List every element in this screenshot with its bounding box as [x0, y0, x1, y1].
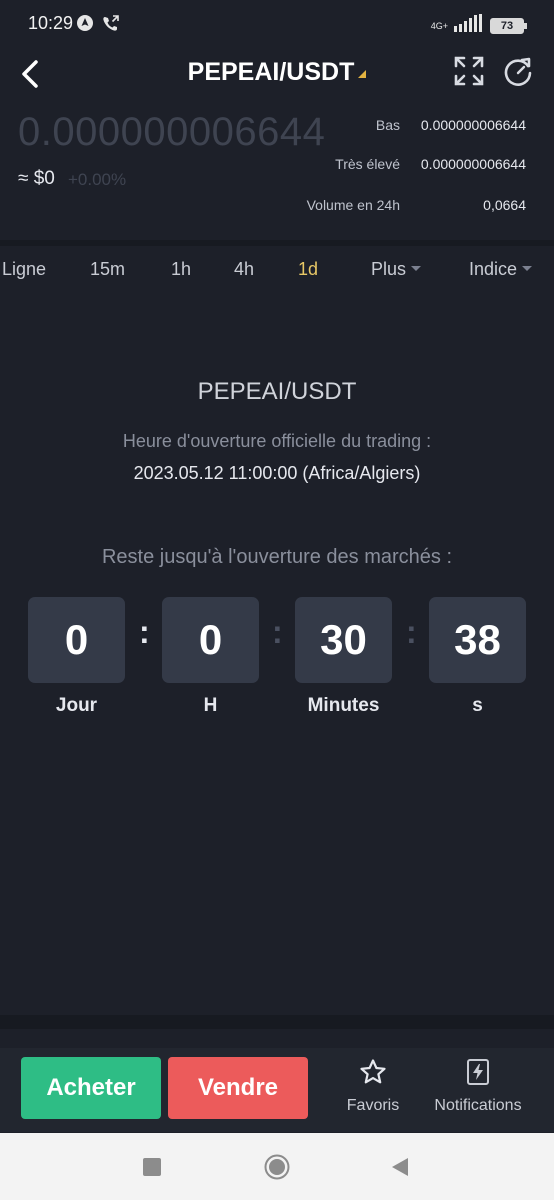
last-price: 0.000000006644 — [18, 110, 326, 154]
usd-price: ≈ $0 — [18, 168, 55, 189]
price-change: +0.00% — [68, 170, 127, 189]
status-bar: 10:29 4G+ 73 — [0, 0, 554, 48]
stat-volume: Volume en 24h 0,0664 — [307, 197, 526, 213]
pair-caret-icon — [358, 70, 367, 78]
sell-button[interactable]: Vendre — [168, 1057, 308, 1119]
tab-1d[interactable]: 1d — [298, 259, 318, 280]
fullscreen-icon — [454, 56, 484, 86]
system-nav-bar — [0, 1133, 554, 1200]
home-circle-icon — [264, 1154, 290, 1180]
signal-icon — [454, 14, 484, 37]
network-label: 4G+ — [430, 20, 448, 31]
open-time-value: 2023.05.12 11:00:00 (Africa/Algiers) — [133, 463, 421, 483]
back-nav-button[interactable] — [391, 1157, 409, 1182]
tab-more[interactable]: Plus — [371, 259, 422, 280]
countdown-separator: : — [139, 614, 150, 650]
refresh-button[interactable] — [500, 54, 536, 90]
pair-title: PEPEAI/USDT — [187, 58, 355, 86]
tab-line[interactable]: Ligne — [2, 259, 46, 280]
location-icon — [76, 14, 94, 37]
status-time: 10:29 — [28, 13, 74, 33]
stat-value: 0,0664 — [483, 197, 526, 213]
buy-button[interactable]: Acheter — [21, 1057, 161, 1119]
countdown-separator: : — [406, 614, 417, 650]
triangle-back-icon — [392, 1158, 408, 1176]
countdown-seconds: 38 — [429, 597, 526, 683]
tab-indicator-label: Indice — [469, 259, 518, 279]
stat-label: Volume en 24h — [306, 197, 400, 213]
stat-label: Très élevé — [335, 156, 400, 172]
tab-indicator[interactable]: Indice — [469, 259, 533, 280]
top-bar: PEPEAI/USDT — [0, 48, 554, 104]
notifications-button[interactable]: Notifications — [426, 1058, 530, 1115]
star-icon — [360, 1059, 386, 1084]
caret-down-icon — [522, 266, 533, 271]
countdown-minutes: 30 — [295, 597, 392, 683]
stat-high: Très élevé 0.000000006644 — [335, 156, 526, 172]
stat-value: 0.000000006644 — [420, 117, 526, 133]
countdown-hours-label: H — [203, 695, 218, 716]
fullscreen-button[interactable] — [452, 54, 486, 88]
stat-low: Bas 0.000000006644 — [376, 117, 526, 133]
refresh-icon — [504, 57, 532, 86]
countdown-separator: : — [272, 614, 283, 650]
countdown-days: 0 — [28, 597, 125, 683]
square-icon — [143, 1158, 161, 1176]
tab-1h[interactable]: 1h — [171, 259, 191, 280]
tab-more-label: Plus — [371, 259, 407, 279]
countdown-seconds-label: s — [472, 695, 483, 716]
countdown-hours: 0 — [162, 597, 259, 683]
notifications-label: Notifications — [434, 1097, 522, 1114]
countdown-days-label: Jour — [55, 695, 98, 716]
launch-pair-title: PEPEAI/USDT — [197, 378, 357, 405]
price-panel: 0.000000006644 ≈ $0 +0.00% Bas 0.0000000… — [0, 106, 554, 240]
recent-apps-button[interactable] — [143, 1158, 161, 1181]
open-time-label: Heure d'ouverture officielle du trading … — [122, 431, 432, 451]
favorites-label: Favoris — [346, 1097, 400, 1114]
caret-down-icon — [411, 266, 422, 271]
call-forward-icon — [101, 14, 121, 39]
stat-label: Bas — [375, 117, 400, 133]
battery-icon: 73 — [490, 17, 527, 34]
countdown-minutes-label: Minutes — [307, 695, 380, 716]
tab-4h[interactable]: 4h — [234, 259, 254, 280]
stat-value: 0.000000006644 — [420, 156, 526, 172]
remaining-label: Reste jusqu'à l'ouverture des marchés : — [101, 546, 453, 568]
tab-15m[interactable]: 15m — [90, 259, 125, 280]
interval-tabs: Ligne 15m 1h 4h 1d Plus Indice — [0, 246, 554, 294]
action-bar: Acheter Vendre Favoris Notifications — [0, 1048, 554, 1132]
divider — [0, 1015, 554, 1029]
home-button[interactable] — [264, 1154, 290, 1185]
lightning-icon — [467, 1059, 489, 1085]
favorites-button[interactable]: Favoris — [333, 1058, 413, 1115]
